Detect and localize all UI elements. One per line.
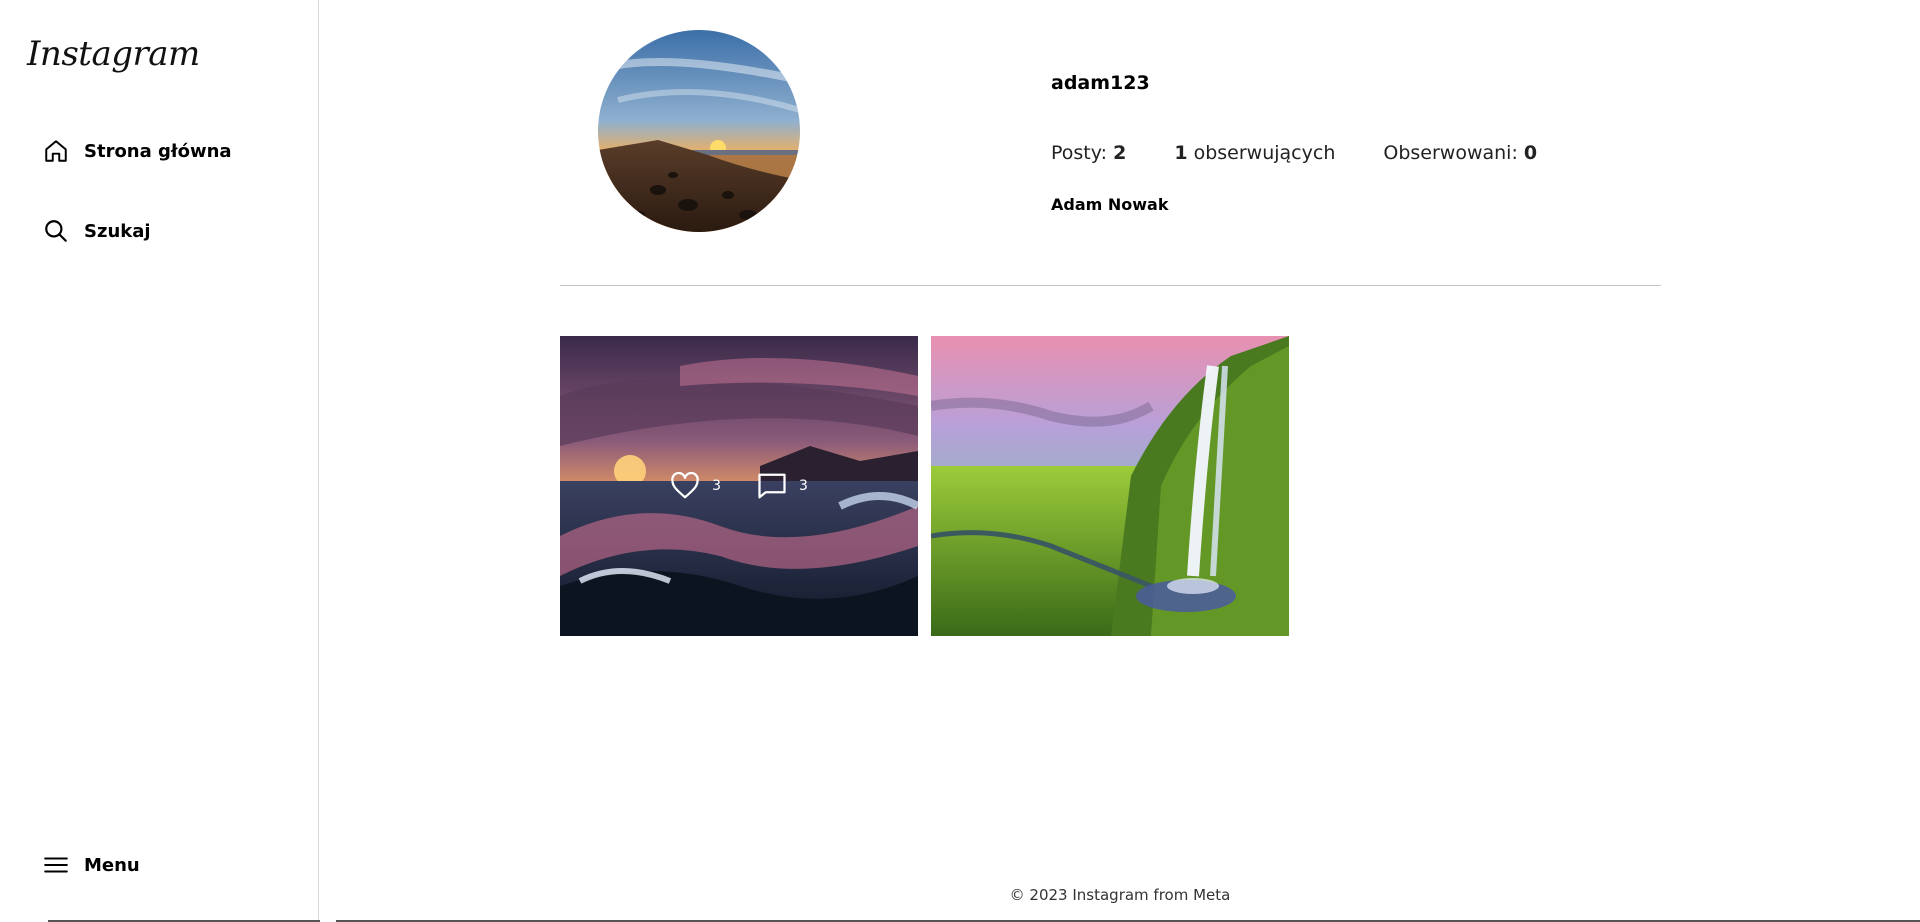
sidebar-item-label: Strona główna xyxy=(84,140,232,162)
sidebar-item-label: Szukaj xyxy=(84,220,151,242)
profile-main: adam123 Posty: 2 1 obserwujących Obserwo… xyxy=(320,0,1920,922)
stat-posts-count: 2 xyxy=(1113,142,1127,164)
profile-stats: Posty: 2 1 obserwujących Obserwowani: 0 xyxy=(1051,142,1585,164)
sidebar-item-home[interactable]: Strona główna xyxy=(42,133,232,169)
sidebar-item-label: Menu xyxy=(84,854,140,876)
stat-following-count: 0 xyxy=(1523,142,1538,164)
likes-count: 3 xyxy=(712,478,721,494)
avatar[interactable] xyxy=(598,30,800,232)
heart-icon xyxy=(671,472,699,499)
hamburger-icon xyxy=(42,851,70,879)
home-icon xyxy=(42,137,70,165)
post-tile[interactable]: 3 3 xyxy=(560,336,918,636)
stat-following[interactable]: Obserwowani: 0 xyxy=(1383,142,1537,164)
instagram-logo[interactable]: Instagram xyxy=(27,34,200,74)
stat-followers-label: obserwujących xyxy=(1193,142,1336,164)
comments-count: 3 xyxy=(799,478,808,494)
post-tile[interactable] xyxy=(931,336,1289,636)
divider xyxy=(560,285,1661,286)
post-image-waterfall xyxy=(931,336,1289,636)
profile-full-name: Adam Nowak xyxy=(1051,195,1169,214)
sidebar-item-menu[interactable]: Menu xyxy=(42,847,140,883)
sidebar: Instagram Strona główna Szukaj Menu xyxy=(0,0,319,922)
footer-copyright: © 2023 Instagram from Meta xyxy=(1009,886,1231,904)
stat-followers-count: 1 xyxy=(1174,142,1188,164)
stat-following-label: Obserwowani: xyxy=(1383,142,1518,164)
post-hover-overlay: 3 3 xyxy=(560,336,918,636)
post-comments: 3 xyxy=(757,472,808,500)
stat-followers[interactable]: 1 obserwujących xyxy=(1174,142,1335,164)
comment-icon xyxy=(758,473,786,499)
sidebar-item-search[interactable]: Szukaj xyxy=(42,213,151,249)
post-likes: 3 xyxy=(670,472,721,500)
stat-posts-label: Posty: xyxy=(1051,142,1108,164)
stat-posts: Posty: 2 xyxy=(1051,142,1126,164)
profile-username: adam123 xyxy=(1051,72,1150,94)
search-icon xyxy=(42,217,70,245)
